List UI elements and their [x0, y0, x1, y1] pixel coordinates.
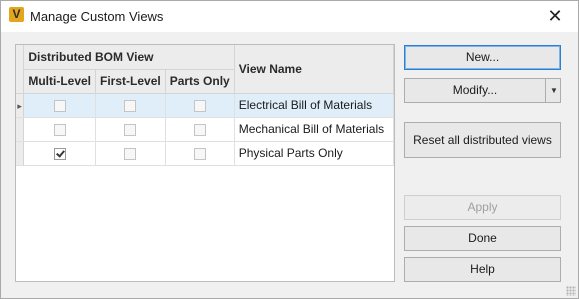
done-button[interactable]: Done [404, 226, 561, 251]
column-header-first-level[interactable]: First-Level [95, 69, 166, 94]
table-row[interactable]: Physical Parts Only [16, 141, 395, 166]
view-name-cell[interactable]: Mechanical Bill of Materials [234, 117, 395, 142]
custom-views-grid: Distributed BOM View View Name Multi-Lev… [15, 44, 395, 282]
views-table: Distributed BOM View View Name Multi-Lev… [16, 45, 395, 166]
app-logo-icon: V [9, 7, 24, 22]
column-header-parts-only[interactable]: Parts Only [165, 69, 235, 94]
new-button[interactable]: New... [404, 45, 561, 70]
checkbox-cell-first-level [95, 117, 166, 142]
parts-only-checkbox[interactable] [193, 147, 206, 160]
window-title: Manage Custom Views [30, 9, 164, 24]
parts-only-checkbox[interactable] [193, 123, 206, 136]
checkbox-cell-multi-level [23, 93, 97, 118]
checkbox-cell-multi-level [23, 141, 97, 166]
multi-level-checkbox[interactable] [53, 99, 66, 112]
checkbox-cell-multi-level [23, 117, 97, 142]
first-level-checkbox[interactable] [124, 147, 137, 160]
table-row[interactable]: Mechanical Bill of Materials [16, 117, 395, 142]
chevron-down-icon[interactable]: ▼ [545, 79, 562, 102]
multi-level-checkbox[interactable] [53, 123, 66, 136]
modify-split-button[interactable]: Modify... ▼ [404, 78, 561, 103]
reset-distributed-views-button[interactable]: Reset all distributed views [404, 122, 561, 158]
checkbox-cell-parts-only [165, 117, 235, 142]
help-button[interactable]: Help [404, 257, 561, 282]
row-indicator[interactable] [16, 141, 25, 166]
checkbox-cell-first-level [95, 141, 166, 166]
close-icon[interactable]: ✕ [540, 3, 570, 29]
view-name-cell[interactable]: Electrical Bill of Materials [234, 93, 395, 118]
current-row-arrow-icon: ▸ [17, 101, 22, 111]
modify-button-label[interactable]: Modify... [405, 79, 545, 102]
checkbox-cell-first-level [95, 93, 166, 118]
checkbox-cell-parts-only [165, 93, 235, 118]
column-header-view-name[interactable]: View Name [234, 45, 395, 94]
resize-grip-icon[interactable] [566, 286, 576, 296]
first-level-checkbox[interactable] [124, 99, 137, 112]
checkbox-cell-parts-only [165, 141, 235, 166]
parts-only-checkbox[interactable] [193, 99, 206, 112]
manage-custom-views-dialog: V Manage Custom Views ✕ Distributed BOM … [0, 0, 579, 299]
apply-button[interactable]: Apply [404, 195, 561, 220]
row-header-corner [16, 45, 25, 94]
row-indicator[interactable]: ▸ [16, 93, 25, 118]
column-header-multi-level[interactable]: Multi-Level [23, 69, 97, 94]
row-indicator[interactable] [16, 117, 25, 142]
table-row[interactable]: ▸ Electrical Bill of Materials [16, 93, 395, 118]
first-level-checkbox[interactable] [124, 123, 137, 136]
group-header-distributed-bom-view: Distributed BOM View [23, 45, 235, 70]
title-bar: V Manage Custom Views ✕ [1, 1, 578, 32]
multi-level-checkbox[interactable] [53, 147, 66, 160]
view-name-cell[interactable]: Physical Parts Only [234, 141, 395, 166]
